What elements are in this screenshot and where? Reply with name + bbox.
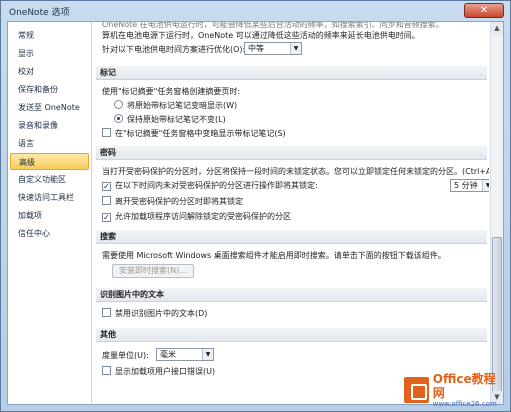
sidebar-item-add-ins[interactable]: 加载项 (10, 207, 89, 224)
chevron-down-icon: ▼ (290, 43, 301, 54)
lock-timeout-value: 5 分钟 (454, 181, 478, 190)
window-title: OneNote 选项 (9, 7, 70, 18)
chevron-down-icon: ▼ (482, 180, 489, 191)
password-lock-on-leave-row[interactable]: 离开受密码保护的分区时即将其锁定 (102, 196, 243, 207)
watermark-text: Office教程网 www.office26.com (433, 372, 504, 409)
title-bar: OneNote 选项 ✕ (1, 1, 510, 21)
options-window: OneNote 选项 ✕ 常规 显示 校对 保存和备份 发送至 OneNote … (0, 0, 511, 412)
tags-radio-keep-row[interactable]: 保持原始带标记笔记不变(L) (114, 114, 226, 125)
search-description: 需要使用 Microsoft Windows 桌面搜索组件才能启用即时搜索。请单… (102, 251, 446, 260)
office-logo-icon (404, 377, 429, 403)
checkbox-icon[interactable] (102, 366, 111, 375)
password-addin-access-row[interactable]: ✓ 允许加载项程序访问解除锁定的受密码保护的分区 (102, 211, 291, 222)
sidebar-item-proofing[interactable]: 校对 (10, 63, 89, 80)
measurement-unit-value: 毫米 (160, 350, 176, 359)
watermark: Office教程网 www.office26.com (404, 372, 504, 409)
sidebar-item-advanced[interactable]: 高级 (10, 153, 89, 170)
measurement-unit-label: 度量单位(U): (102, 351, 149, 360)
tags-dim-checkbox-row[interactable]: 在"标记摘要"任务窗格中变暗显示带标记笔记(S) (102, 128, 286, 139)
password-lock-on-leave-label: 离开受密码保护的分区时即将其锁定 (115, 197, 243, 206)
section-other-header: 其他 (96, 328, 487, 342)
watermark-url: www.office26.com (432, 399, 497, 408)
password-lock-timeout-label: 在以下时间内未对受密码保护的分区进行操作即将其锁定: (115, 181, 318, 190)
battery-optimize-select[interactable]: 中等 ▼ (244, 42, 302, 55)
password-addin-access-label: 允许加载项程序访问解除锁定的受密码保护的分区 (115, 212, 291, 221)
checkbox-icon[interactable] (102, 196, 111, 205)
checkbox-checked-icon[interactable]: ✓ (102, 182, 111, 191)
battery-optimize-value: 中等 (248, 44, 264, 53)
radio-dim-icon[interactable] (114, 100, 123, 109)
sidebar-item-language[interactable]: 语言 (10, 135, 89, 152)
dialog-body: 常规 显示 校对 保存和备份 发送至 OneNote 录音和录像 语言 高级 自… (7, 21, 504, 405)
watermark-name: Office教程网 (432, 371, 496, 400)
measurement-unit-select[interactable]: 毫米 ▼ (156, 348, 214, 361)
chevron-down-icon: ▼ (202, 349, 213, 360)
sidebar-item-customize-ribbon[interactable]: 自定义功能区 (10, 171, 89, 188)
addin-errors-label: 显示加载项用户接口错误(U) (115, 367, 216, 376)
radio-keep-icon[interactable] (114, 114, 123, 123)
close-button[interactable]: ✕ (464, 3, 504, 18)
battery-optimize-label: 针对以下电池供电时间方案进行优化(O): (102, 45, 246, 54)
sidebar-item-send-to-onenote[interactable]: 发送至 OneNote (10, 99, 89, 116)
install-instant-search-button[interactable]: 安装即时搜索(N)... (112, 264, 194, 278)
section-ocr-header: 识别图片中的文本 (96, 288, 487, 302)
checkbox-icon[interactable] (102, 128, 111, 137)
tags-radio-keep-label: 保持原始带标记笔记不变(L) (127, 115, 226, 124)
password-lock-timeout-row[interactable]: ✓ 在以下时间内未对受密码保护的分区进行操作即将其锁定: (102, 180, 318, 191)
sidebar-item-audio-video[interactable]: 录音和录像 (10, 117, 89, 134)
addin-errors-row[interactable]: 显示加载项用户接口错误(U) (102, 366, 215, 377)
checkbox-icon[interactable] (102, 308, 111, 317)
options-sidebar: 常规 显示 校对 保存和备份 发送至 OneNote 录音和录像 语言 高级 自… (8, 22, 92, 404)
battery-description: 算机在电池电源下运行时，OneNote 可以通过降低这些活动的频率来延长电池供电… (102, 31, 420, 40)
scroll-up-icon[interactable]: ▲ (491, 22, 503, 35)
tags-dim-checkbox-label: 在"标记摘要"任务窗格中变暗显示带标记笔记(S) (115, 129, 286, 138)
sidebar-item-save-backup[interactable]: 保存和备份 (10, 81, 89, 98)
tags-description: 使用"标记摘要"任务窗格创建摘要页时: (102, 87, 241, 96)
sidebar-item-general[interactable]: 常规 (10, 27, 89, 44)
sidebar-item-trust-center[interactable]: 信任中心 (10, 225, 89, 242)
tags-radio-dim-label: 将原始带标记笔记变暗显示(W) (127, 101, 238, 110)
checkbox-checked-icon[interactable]: ✓ (102, 213, 111, 222)
vertical-scrollbar[interactable]: ▲ ▼ (490, 22, 503, 404)
section-tags-header: 标记 (96, 66, 487, 80)
ocr-disable-label: 禁用识别图片中的文本(D) (115, 309, 208, 318)
password-description: 当打开受密码保护的分区时，分区将保持一段时间的未锁定状态。您可以立即锁定任何未锁… (102, 167, 489, 176)
sidebar-item-display[interactable]: 显示 (10, 45, 89, 62)
advanced-options-panel: OneNote 在电池供电运行时，可能会降低某些后台活动的频率，如搜索索引、同步… (94, 22, 489, 404)
ocr-disable-row[interactable]: 禁用识别图片中的文本(D) (102, 308, 207, 319)
section-search-header: 搜索 (96, 230, 487, 244)
lock-timeout-select[interactable]: 5 分钟 ▼ (450, 179, 489, 192)
section-password-header: 密码 (96, 146, 487, 160)
sidebar-item-quick-access-toolbar[interactable]: 快速访问工具栏 (10, 189, 89, 206)
tags-radio-dim-row[interactable]: 将原始带标记笔记变暗显示(W) (114, 100, 237, 111)
battery-description-faded: OneNote 在电池供电运行时，可能会降低某些后台活动的频率，如搜索索引、同步… (102, 22, 444, 29)
